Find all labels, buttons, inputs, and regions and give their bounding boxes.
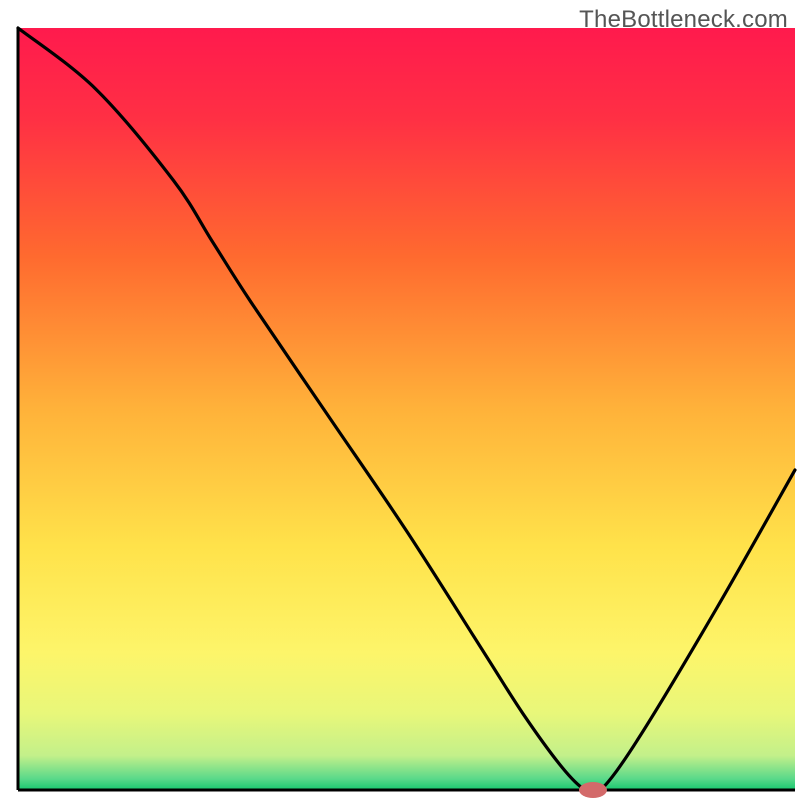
- chart-svg: [0, 0, 800, 800]
- chart-container: TheBottleneck.com: [0, 0, 800, 800]
- optimum-marker: [579, 782, 607, 798]
- watermark-text: TheBottleneck.com: [579, 6, 788, 34]
